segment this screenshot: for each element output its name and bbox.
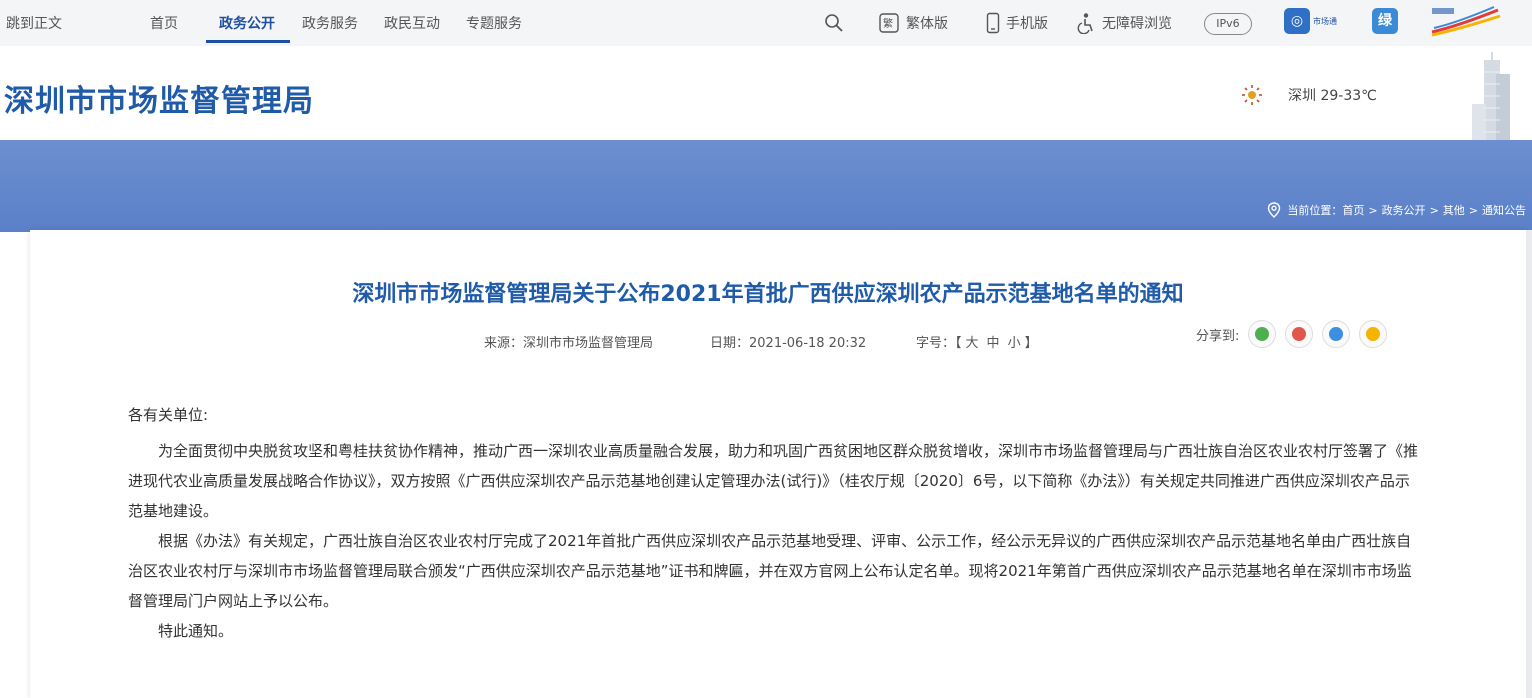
- city-logo-icon: [1431, 6, 1501, 37]
- skyscraper-illustration: [1472, 52, 1510, 140]
- green-app-icon: 绿: [1372, 8, 1398, 34]
- breadcrumb-home[interactable]: 首页: [1342, 202, 1364, 218]
- svg-text:繁: 繁: [883, 17, 893, 30]
- breadcrumb-prefix: 当前位置：: [1287, 204, 1343, 217]
- font-size-large-button[interactable]: 大: [966, 336, 979, 351]
- mobile-phone-icon: [986, 12, 1000, 34]
- market-app-icon: ◎: [1284, 8, 1310, 34]
- article-source: 来源：深圳市市场监督管理局: [484, 336, 654, 351]
- breadcrumb-separator: >: [1429, 203, 1439, 217]
- accessibility-icon: [1077, 13, 1093, 34]
- share-wechat-button[interactable]: [1248, 320, 1277, 348]
- share-qq-button[interactable]: [1322, 320, 1351, 348]
- nav-item-public-interaction[interactable]: 政民互动: [384, 13, 440, 33]
- font-size-bracket-open: 【: [955, 336, 962, 351]
- breadcrumb-notices[interactable]: 通知公告: [1482, 202, 1526, 218]
- article-paragraph: 根据《办法》有关规定，广西壮族自治区农业农村厅完成了2021年首批广西供应深圳农…: [128, 532, 1412, 610]
- location-pin-icon: [1268, 202, 1281, 218]
- mobile-version-button[interactable]: 手机版: [986, 11, 1048, 35]
- article-panel: 深圳市市场监督管理局关于公布2021年首批广西供应深圳农产品示范基地名单的通知 …: [30, 230, 1526, 698]
- wechat-icon: [1255, 327, 1270, 341]
- nav-item-government-affairs[interactable]: 政务公开: [219, 13, 275, 33]
- article-body: 各有关单位: 为全面贯彻中央脱贫攻坚和粤桂扶贫协作精神，推动广西一深圳农业高质量…: [128, 400, 1418, 646]
- breadcrumb-other[interactable]: 其他: [1443, 202, 1465, 218]
- top-nav: 跳到正文 首页 政务公开 政务服务 政民互动 专题服务 繁 繁体版 手机版 无障…: [0, 0, 1532, 46]
- font-size-control: 字号：【大中小】: [916, 332, 1038, 351]
- market-app-label: 市场通: [1313, 16, 1337, 26]
- site-header: 深圳市市场监督管理局 深圳 29-33℃: [0, 46, 1532, 140]
- ipv6-badge[interactable]: IPv6: [1204, 13, 1252, 35]
- qzone-star-icon: [1366, 327, 1381, 341]
- green-app-button[interactable]: 绿: [1372, 8, 1398, 34]
- article-date: 日期：2021-06-18 20:32: [710, 336, 867, 351]
- nav-item-special-services[interactable]: 专题服务: [466, 13, 522, 33]
- article-paragraph: 特此通知。: [158, 622, 234, 640]
- share-bar: 分享到:: [1196, 320, 1388, 348]
- traditional-chinese-button[interactable]: 繁 繁体版: [878, 11, 948, 35]
- site-title[interactable]: 深圳市市场监督管理局: [4, 76, 314, 120]
- font-size-small-button[interactable]: 小: [1008, 336, 1021, 351]
- weather-sun-icon: [1242, 85, 1262, 105]
- accessible-browsing-button[interactable]: 无障碍浏览: [1076, 11, 1172, 35]
- weather-text: 深圳 29-33℃: [1288, 88, 1377, 104]
- article-title: 深圳市市场监督管理局关于公布2021年首批广西供应深圳农产品示范基地名单的通知: [352, 282, 1184, 307]
- weather-widget: 深圳 29-33℃: [1240, 84, 1377, 106]
- traditional-chinese-icon: 繁: [879, 13, 899, 33]
- traditional-chinese-label: 繁体版: [906, 16, 948, 32]
- article-salutation: 各有关单位:: [128, 406, 209, 424]
- city-logo: [1428, 4, 1502, 38]
- skip-to-content-link[interactable]: 跳到正文: [6, 13, 62, 33]
- page-banner: 当前位置： 首页 > 政务公开 > 其他 > 通知公告: [0, 140, 1532, 232]
- nav-item-home[interactable]: 首页: [150, 13, 178, 33]
- search-button[interactable]: [824, 11, 850, 35]
- breadcrumb-separator: >: [1368, 203, 1378, 217]
- share-label: 分享到:: [1196, 328, 1240, 344]
- article-paragraph: 为全面贯彻中央脱贫攻坚和粤桂扶贫协作精神，推动广西一深圳农业高质量融合发展，助力…: [128, 442, 1419, 520]
- nav-item-government-services[interactable]: 政务服务: [302, 13, 358, 33]
- breadcrumb-separator: >: [1468, 203, 1478, 217]
- font-size-label: 字号：: [916, 336, 956, 351]
- qq-icon: [1329, 327, 1344, 341]
- market-app-button[interactable]: ◎ 市场通: [1284, 8, 1337, 34]
- page-scrollbar[interactable]: [1526, 230, 1532, 698]
- search-icon: [825, 14, 843, 32]
- breadcrumb: 当前位置： 首页 > 政务公开 > 其他 > 通知公告: [1267, 202, 1526, 218]
- font-size-medium-button[interactable]: 中: [987, 336, 1000, 351]
- font-size-bracket-close: 】: [1024, 336, 1038, 351]
- share-qzone-button[interactable]: [1359, 320, 1388, 348]
- share-weibo-button[interactable]: [1285, 320, 1314, 348]
- mobile-version-label: 手机版: [1006, 16, 1048, 32]
- accessible-browsing-label: 无障碍浏览: [1102, 16, 1172, 32]
- weibo-icon: [1292, 327, 1307, 341]
- active-nav-underline: [206, 40, 290, 43]
- breadcrumb-government-affairs[interactable]: 政务公开: [1382, 202, 1426, 218]
